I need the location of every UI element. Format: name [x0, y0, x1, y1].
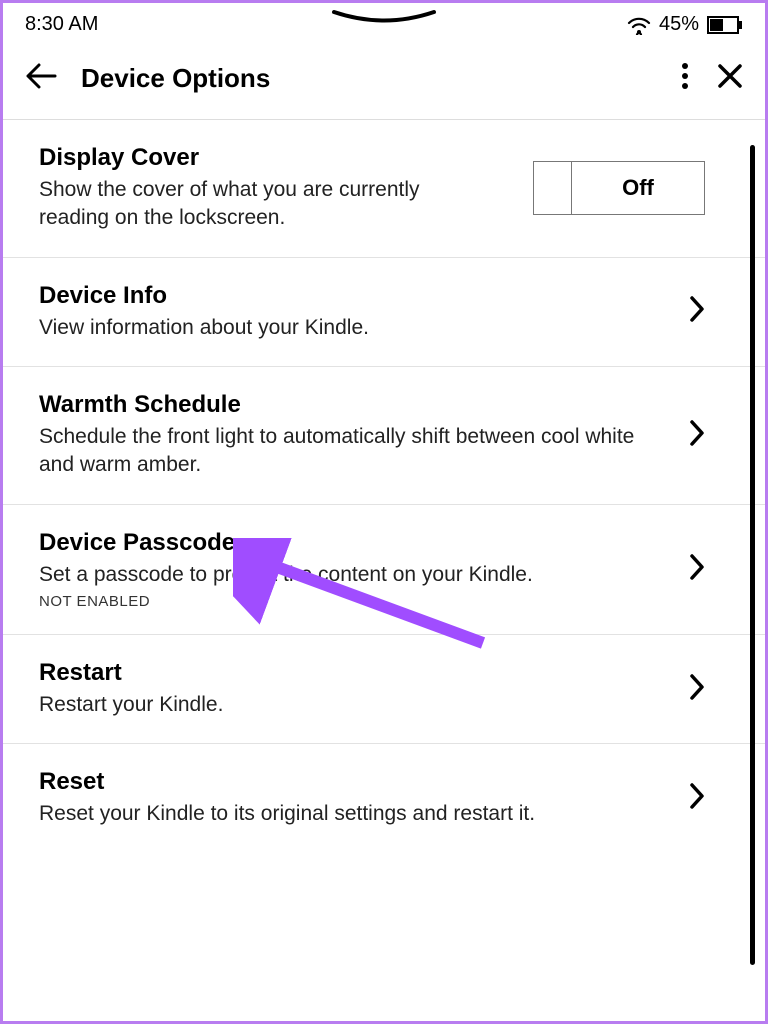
display-cover-toggle[interactable]: Off	[533, 161, 705, 215]
more-menu-icon[interactable]	[681, 62, 689, 95]
toggle-knob	[534, 162, 572, 214]
settings-list: Display Cover Show the cover of what you…	[3, 120, 765, 853]
status-right: 45%	[627, 13, 743, 36]
item-device-passcode[interactable]: Device Passcode Set a passcode to protec…	[3, 505, 765, 635]
toggle-label: Off	[572, 175, 704, 201]
chevron-right-icon	[689, 295, 705, 328]
chevron-right-icon	[689, 782, 705, 815]
item-desc: Set a passcode to protect the content on…	[39, 561, 671, 589]
wifi-icon	[627, 15, 651, 35]
notch-icon	[329, 9, 439, 32]
item-title: Reset	[39, 768, 671, 796]
item-desc: Reset your Kindle to its original settin…	[39, 800, 671, 828]
close-button[interactable]	[717, 63, 743, 94]
item-desc: Show the cover of what you are currently…	[39, 176, 439, 233]
battery-icon	[707, 15, 743, 35]
item-display-cover: Display Cover Show the cover of what you…	[3, 120, 765, 258]
item-title: Device Info	[39, 282, 671, 310]
chevron-right-icon	[689, 553, 705, 586]
item-title: Restart	[39, 659, 671, 687]
chevron-right-icon	[689, 673, 705, 706]
battery-percent: 45%	[659, 13, 699, 36]
item-title: Display Cover	[39, 144, 515, 172]
status-time: 8:30 AM	[25, 13, 98, 36]
page-header: Device Options	[3, 42, 765, 120]
back-button[interactable]	[25, 63, 57, 94]
item-warmth-schedule[interactable]: Warmth Schedule Schedule the front light…	[3, 367, 765, 505]
scrollbar[interactable]	[750, 145, 755, 965]
item-title: Warmth Schedule	[39, 391, 671, 419]
item-title: Device Passcode	[39, 529, 671, 557]
item-desc: Schedule the front light to automaticall…	[39, 423, 671, 480]
item-desc: View information about your Kindle.	[39, 314, 671, 342]
item-status: NOT ENABLED	[39, 593, 671, 610]
chevron-right-icon	[689, 419, 705, 452]
device-frame: 8:30 AM 45% Device Options	[0, 0, 768, 1024]
page-title: Device Options	[81, 63, 681, 94]
item-reset[interactable]: Reset Reset your Kindle to its original …	[3, 744, 765, 852]
item-restart[interactable]: Restart Restart your Kindle.	[3, 635, 765, 744]
item-device-info[interactable]: Device Info View information about your …	[3, 258, 765, 367]
item-desc: Restart your Kindle.	[39, 691, 671, 719]
